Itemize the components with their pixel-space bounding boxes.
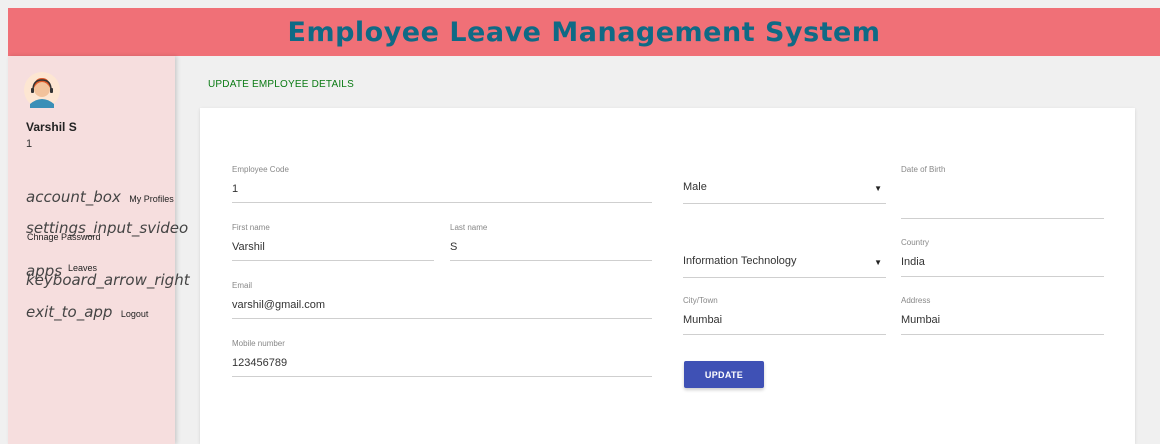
app-header: Employee Leave Management System: [8, 8, 1160, 56]
last-name-input[interactable]: [450, 240, 640, 254]
mobile-number-label: Mobile number: [232, 339, 285, 348]
field-underline: [683, 203, 886, 204]
date-of-birth-field: Date of Birth: [901, 165, 1104, 219]
user-name: Varshil S: [26, 120, 77, 134]
app-title: Employee Leave Management System: [287, 16, 881, 48]
city-input[interactable]: [683, 313, 873, 327]
address-label: Address: [901, 296, 931, 305]
field-underline: [683, 277, 886, 278]
dropdown-arrow-icon: ▼: [874, 258, 882, 267]
sidebar-item-label: My Profiles: [129, 194, 174, 204]
last-name-label: Last name: [450, 223, 488, 232]
field-underline: [450, 260, 652, 261]
city-label: City/Town: [683, 296, 718, 305]
field-underline: [232, 318, 652, 319]
field-underline: [901, 276, 1104, 277]
country-input[interactable]: [901, 255, 1091, 269]
account-box-icon: account_box: [26, 188, 121, 206]
field-underline: [232, 202, 652, 203]
first-name-label: First name: [232, 223, 270, 232]
city-field: City/Town: [683, 296, 886, 335]
avatar: [24, 72, 60, 108]
sidebar-item-change-password[interactable]: settings_input_svideo Chnage Password: [26, 219, 188, 249]
gender-value: Male: [683, 181, 707, 193]
page-title: UPDATE EMPLOYEE DETAILS: [208, 79, 354, 90]
sidebar-item-my-profiles[interactable]: account_box My Profiles: [26, 188, 176, 207]
country-label: Country: [901, 238, 930, 247]
field-underline: [683, 334, 886, 335]
email-field: Email: [232, 281, 652, 319]
mobile-number-field: Mobile number: [232, 339, 652, 377]
field-underline: [901, 218, 1104, 219]
first-name-input[interactable]: [232, 240, 422, 254]
employee-code-input[interactable]: [232, 182, 632, 196]
sidebar-item-label: Chnage Password: [27, 232, 101, 242]
address-input[interactable]: [901, 313, 1091, 327]
address-field: Address: [901, 296, 1104, 335]
field-underline: [232, 376, 652, 377]
email-label: Email: [232, 281, 253, 290]
department-select[interactable]: Information Technology ▼: [683, 252, 886, 278]
gender-select[interactable]: Male ▼: [683, 178, 886, 204]
employee-code-field: Employee Code: [232, 165, 652, 203]
first-name-field: First name: [232, 223, 434, 261]
department-value: Information Technology: [683, 255, 797, 267]
keyboard-arrow-right-icon: keyboard_arrow_right: [26, 271, 190, 289]
mobile-number-input[interactable]: [232, 356, 632, 370]
last-name-field: Last name: [450, 223, 652, 261]
date-of-birth-input[interactable]: [901, 182, 1091, 196]
exit-to-app-icon: exit_to_app: [26, 303, 113, 321]
country-field: Country: [901, 238, 1104, 277]
update-button[interactable]: UPDATE: [684, 361, 764, 388]
dropdown-arrow-icon: ▼: [874, 184, 882, 193]
sidebar: Varshil S 1 account_box My Profiles sett…: [8, 56, 190, 444]
field-underline: [901, 334, 1104, 335]
sidebar-item-logout[interactable]: exit_to_app Logout: [26, 303, 176, 322]
field-underline: [232, 260, 434, 261]
date-of-birth-label: Date of Birth: [901, 165, 946, 174]
employee-code-label: Employee Code: [232, 165, 289, 174]
user-id: 1: [26, 138, 33, 150]
sidebar-item-leaves[interactable]: apps Leaves keyboard_arrow_right: [26, 262, 190, 292]
sidebar-item-label: Logout: [120, 309, 149, 319]
email-input[interactable]: [232, 298, 632, 312]
